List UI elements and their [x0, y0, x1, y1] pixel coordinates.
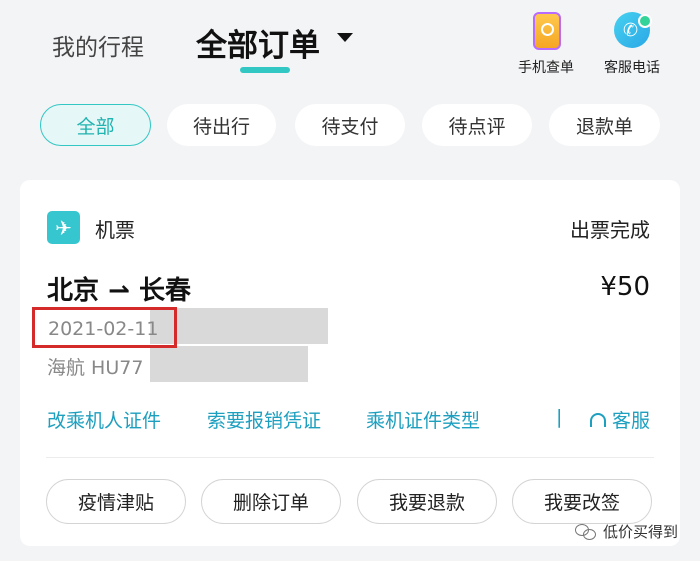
watermark: 低价买得到	[574, 521, 678, 542]
headset-icon	[589, 412, 606, 427]
phone-check-label: 手机查单	[518, 60, 574, 76]
id-type-link[interactable]: 乘机证件类型	[366, 406, 480, 433]
active-tab-indicator	[240, 67, 290, 73]
phone-check-button[interactable]: 手机查单	[506, 12, 586, 77]
order-status: 出票完成	[570, 218, 650, 242]
highlight-box	[32, 307, 177, 348]
flight-route: 北京 ⇀ 长春	[47, 270, 191, 307]
link-separator: |	[556, 406, 563, 428]
airplane-icon: ✈	[47, 211, 80, 244]
watermark-text: 低价买得到	[602, 523, 678, 541]
customer-service-link[interactable]: 客服	[589, 406, 650, 433]
filter-to-review[interactable]: 待点评	[422, 104, 532, 146]
filter-refunds[interactable]: 退款单	[549, 104, 660, 146]
redaction-block	[150, 346, 308, 382]
epidemic-subsidy-button[interactable]: 疫情津贴	[46, 479, 186, 524]
route-arrow-icon: ⇀	[108, 276, 130, 306]
phone-call-icon: ✆	[614, 12, 652, 48]
delete-order-button[interactable]: 删除订单	[201, 479, 341, 524]
filter-to-pay[interactable]: 待支付	[295, 104, 405, 146]
request-refund-button[interactable]: 我要退款	[357, 479, 497, 524]
flight-number: 海航 HU77	[47, 357, 144, 379]
wechat-icon	[574, 523, 597, 540]
route-to: 长春	[138, 276, 191, 306]
request-receipt-link[interactable]: 索要报销凭证	[207, 406, 321, 433]
request-change-button[interactable]: 我要改签	[512, 479, 652, 524]
filter-all[interactable]: 全部	[40, 104, 151, 146]
phone-search-icon	[528, 12, 564, 50]
service-phone-button[interactable]: ✆ 客服电话	[592, 12, 672, 77]
filter-to-travel[interactable]: 待出行	[167, 104, 276, 146]
change-passenger-id-link[interactable]: 改乘机人证件	[47, 406, 161, 433]
tab-my-trips[interactable]: 我的行程	[52, 28, 144, 62]
tab-all-orders[interactable]: 全部订单	[196, 20, 320, 65]
divider	[46, 457, 654, 458]
dropdown-caret-icon[interactable]	[337, 33, 353, 42]
route-from: 北京	[47, 276, 100, 306]
service-phone-label: 客服电话	[604, 60, 660, 76]
order-price: ¥50	[600, 272, 650, 302]
order-category: 机票	[95, 218, 135, 242]
customer-service-label: 客服	[611, 410, 650, 432]
